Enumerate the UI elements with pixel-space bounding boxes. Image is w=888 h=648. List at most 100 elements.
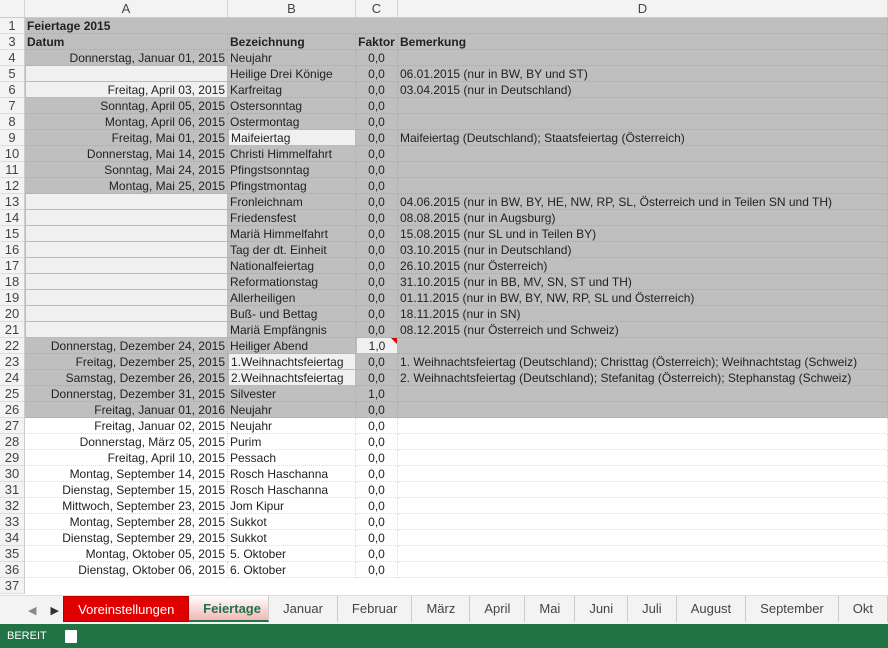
cell-faktor[interactable]: 0,0: [356, 114, 398, 130]
cell-bemerkung[interactable]: 2. Weihnachtsfeiertag (Deutschland); Ste…: [398, 370, 888, 386]
sheet-tab[interactable]: Voreinstellungen: [63, 596, 190, 622]
row-number[interactable]: 36: [0, 562, 25, 578]
cell-bezeichnung[interactable]: Sukkot: [228, 514, 356, 530]
cell-bezeichnung[interactable]: Tag der dt. Einheit: [228, 242, 356, 258]
sheet-tab[interactable]: Januar: [269, 596, 338, 622]
cell-bezeichnung[interactable]: 1.Weihnachtsfeiertag: [228, 354, 356, 370]
cell-faktor[interactable]: 0,0: [356, 162, 398, 178]
row-number[interactable]: 29: [0, 450, 25, 466]
cell-faktor[interactable]: 0,0: [356, 290, 398, 306]
cell-datum[interactable]: Sonntag, April 05, 2015: [25, 98, 228, 114]
cell-bemerkung[interactable]: [398, 402, 888, 418]
cell-faktor[interactable]: 0,0: [356, 322, 398, 338]
cell-bezeichnung[interactable]: Neujahr: [228, 418, 356, 434]
cell-datum[interactable]: [25, 306, 228, 322]
row-number[interactable]: 20: [0, 306, 25, 322]
row-number[interactable]: 21: [0, 322, 25, 338]
cell-datum[interactable]: [25, 210, 228, 226]
row-number[interactable]: 17: [0, 258, 25, 274]
cell-faktor[interactable]: 0,0: [356, 226, 398, 242]
column-header-c[interactable]: C: [356, 0, 398, 17]
row-number[interactable]: 25: [0, 386, 25, 402]
header-bezeichnung[interactable]: Bezeichnung: [228, 34, 356, 50]
cell-datum[interactable]: Freitag, Mai 01, 2015: [25, 130, 228, 146]
cell-faktor[interactable]: 0,0: [356, 258, 398, 274]
cell-faktor[interactable]: 0,0: [356, 434, 398, 450]
cell-datum[interactable]: Samstag, Dezember 26, 2015: [25, 370, 228, 386]
cell-bemerkung[interactable]: [398, 562, 888, 578]
cell-bezeichnung[interactable]: Ostermontag: [228, 114, 356, 130]
cell-bemerkung[interactable]: [398, 114, 888, 130]
cell-bemerkung[interactable]: 03.04.2015 (nur in Deutschland): [398, 82, 888, 98]
spreadsheet-grid[interactable]: A B C D 1 Feiertage 2015 3 Datum Bezeich…: [0, 0, 888, 594]
row-number[interactable]: 30: [0, 466, 25, 482]
cell-datum[interactable]: Dienstag, September 29, 2015: [25, 530, 228, 546]
cell-faktor[interactable]: 0,0: [356, 50, 398, 66]
row-number[interactable]: 27: [0, 418, 25, 434]
cell-bezeichnung[interactable]: Rosch Haschanna: [228, 482, 356, 498]
cell-bezeichnung[interactable]: Maifeiertag: [228, 130, 356, 146]
cell-faktor[interactable]: 0,0: [356, 546, 398, 562]
cell-faktor[interactable]: 1,0: [356, 338, 398, 354]
cell-datum[interactable]: Freitag, April 03, 2015: [25, 82, 228, 98]
cell-bemerkung[interactable]: 04.06.2015 (nur in BW, BY, HE, NW, RP, S…: [398, 194, 888, 210]
cell-faktor[interactable]: 0,0: [356, 370, 398, 386]
row-number[interactable]: 31: [0, 482, 25, 498]
row-number[interactable]: 16: [0, 242, 25, 258]
cell-bezeichnung[interactable]: Jom Kipur: [228, 498, 356, 514]
cell-bezeichnung[interactable]: Friedensfest: [228, 210, 356, 226]
row-number[interactable]: 9: [0, 130, 25, 146]
cell-bemerkung[interactable]: 26.10.2015 (nur Österreich): [398, 258, 888, 274]
row-number[interactable]: 37: [0, 578, 25, 594]
cell-bemerkung[interactable]: 08.08.2015 (nur in Augsburg): [398, 210, 888, 226]
cell-bezeichnung[interactable]: Purim: [228, 434, 356, 450]
cell-faktor[interactable]: 0,0: [356, 418, 398, 434]
cell-datum[interactable]: Donnerstag, März 05, 2015: [25, 434, 228, 450]
row-number[interactable]: 26: [0, 402, 25, 418]
cell-datum[interactable]: Sonntag, Mai 24, 2015: [25, 162, 228, 178]
sheet-tab[interactable]: August: [677, 596, 747, 622]
header-bemerkung[interactable]: Bemerkung: [398, 34, 888, 50]
sheet-title[interactable]: Feiertage 2015: [25, 18, 888, 34]
row-number[interactable]: 12: [0, 178, 25, 194]
cell-bezeichnung[interactable]: Sukkot: [228, 530, 356, 546]
cell-faktor[interactable]: 0,0: [356, 530, 398, 546]
row-number[interactable]: 19: [0, 290, 25, 306]
cell-bemerkung[interactable]: [398, 498, 888, 514]
column-header-b[interactable]: B: [228, 0, 356, 17]
cell-bezeichnung[interactable]: 2.Weihnachtsfeiertag: [228, 370, 356, 386]
row-number[interactable]: 10: [0, 146, 25, 162]
cell-bezeichnung[interactable]: Karfreitag: [228, 82, 356, 98]
cell-datum[interactable]: Freitag, Januar 02, 2015: [25, 418, 228, 434]
scroll-left-icon[interactable]: ◀: [28, 604, 36, 617]
row-number[interactable]: 22: [0, 338, 25, 354]
cell-datum[interactable]: Donnerstag, Dezember 31, 2015: [25, 386, 228, 402]
cell-faktor[interactable]: 0,0: [356, 210, 398, 226]
cell-bezeichnung[interactable]: Allerheiligen: [228, 290, 356, 306]
cell-datum[interactable]: [25, 290, 228, 306]
cell-bemerkung[interactable]: 01.11.2015 (nur in BW, BY, NW, RP, SL un…: [398, 290, 888, 306]
cell-bemerkung[interactable]: [398, 98, 888, 114]
cell-bemerkung[interactable]: [398, 450, 888, 466]
cell-bemerkung[interactable]: 03.10.2015 (nur in Deutschland): [398, 242, 888, 258]
sheet-tab[interactable]: Juli: [628, 596, 677, 622]
cell-bemerkung[interactable]: [398, 530, 888, 546]
cell-bemerkung[interactable]: 31.10.2015 (nur in BB, MV, SN, ST und TH…: [398, 274, 888, 290]
cell-bemerkung[interactable]: [398, 546, 888, 562]
sheet-tab[interactable]: Juni: [575, 596, 629, 622]
cell-bezeichnung[interactable]: Reformationstag: [228, 274, 356, 290]
sheet-tab[interactable]: April: [470, 596, 526, 622]
cell-bemerkung[interactable]: 1. Weihnachtsfeiertag (Deutschland); Chr…: [398, 354, 888, 370]
cell-bemerkung[interactable]: [398, 514, 888, 530]
cell-bezeichnung[interactable]: Mariä Empfängnis: [228, 322, 356, 338]
cell-faktor[interactable]: 0,0: [356, 98, 398, 114]
sheet-tab[interactable]: Februar: [338, 596, 413, 622]
row-number[interactable]: 34: [0, 530, 25, 546]
cell-bemerkung[interactable]: [398, 386, 888, 402]
cell-faktor[interactable]: 0,0: [356, 66, 398, 82]
cell-bemerkung[interactable]: [398, 338, 888, 354]
cell-faktor[interactable]: 0,0: [356, 146, 398, 162]
cell-bezeichnung[interactable]: Pessach: [228, 450, 356, 466]
row-number[interactable]: 6: [0, 82, 25, 98]
cell-bezeichnung[interactable]: Fronleichnam: [228, 194, 356, 210]
